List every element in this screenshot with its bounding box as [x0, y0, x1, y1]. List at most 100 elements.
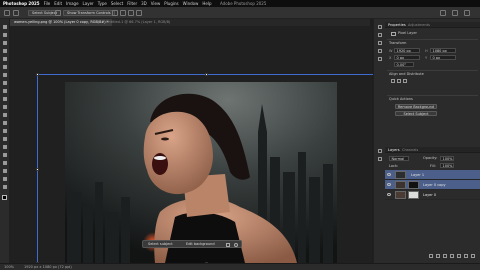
layer-style-icon[interactable] [436, 254, 440, 258]
align-left-icon[interactable] [112, 10, 118, 16]
path-selection-tool-icon[interactable] [3, 161, 7, 165]
zoom-level[interactable]: 100% [4, 265, 14, 269]
clone-stamp-tool-icon[interactable] [3, 97, 7, 101]
ctx-edit-background-button[interactable]: Edit background [183, 242, 218, 247]
layer-row-layer-1[interactable]: Layer 1 [385, 170, 480, 180]
crop-tool-icon[interactable] [3, 57, 7, 61]
hand-tool-icon[interactable] [3, 177, 7, 181]
options-bar: Select Subject Show Transform Controls [0, 7, 480, 19]
layer-row-layer-0[interactable]: Layer 0 [385, 190, 480, 200]
show-transform-controls-toggle[interactable]: Show Transform Controls [63, 10, 115, 16]
move-tool-icon[interactable] [3, 25, 7, 29]
width-field[interactable]: 1920 px [394, 48, 420, 53]
add-mask-icon[interactable] [443, 254, 447, 258]
ctx-more-icon[interactable] [234, 243, 238, 247]
menu-window[interactable]: Window [183, 1, 199, 6]
adjustments-panel-icon[interactable] [378, 57, 382, 61]
blur-tool-icon[interactable] [3, 129, 7, 133]
adjustment-layer-icon[interactable] [450, 254, 454, 258]
menu-filter[interactable]: Filter [127, 1, 137, 6]
group-icon[interactable] [457, 254, 461, 258]
transform-handle-left[interactable] [36, 168, 39, 171]
shape-tool-icon[interactable] [3, 169, 7, 173]
pen-tool-icon[interactable] [3, 145, 7, 149]
history-panel-icon[interactable] [378, 25, 382, 29]
ctx-select-subject-button[interactable]: Select subject [145, 242, 176, 247]
delete-layer-icon[interactable] [471, 254, 475, 258]
auto-select-checkbox[interactable] [55, 10, 61, 16]
menu-type[interactable]: Type [98, 1, 107, 6]
tab-channels[interactable]: Channels [399, 147, 421, 153]
canvas-workspace[interactable] [10, 26, 376, 265]
visibility-eye-icon[interactable] [387, 193, 391, 196]
tab-women-yelling[interactable]: women-yelling.png @ 100% (Layer 0 copy, … [10, 19, 113, 26]
menu-image[interactable]: Image [66, 1, 79, 6]
search-icon[interactable] [452, 10, 458, 16]
align-left-icon[interactable] [391, 79, 395, 83]
app-name[interactable]: Photoshop 2025 [3, 1, 40, 6]
properties-panel-icon[interactable] [378, 33, 382, 37]
menu-3d[interactable]: 3D [141, 1, 147, 6]
link-layers-icon[interactable] [429, 254, 433, 258]
type-tool-icon[interactable] [3, 153, 7, 157]
select-subject-quick-button[interactable]: Select Subject [395, 111, 437, 116]
swatches-panel-icon[interactable] [378, 157, 382, 161]
transform-handle-top[interactable] [205, 73, 208, 76]
ctx-transform-icon[interactable] [226, 243, 230, 247]
new-layer-icon[interactable] [464, 254, 468, 258]
workspace-icon[interactable] [464, 10, 470, 16]
marquee-tool-icon[interactable] [3, 33, 7, 37]
menu-plugins[interactable]: Plugins [164, 1, 178, 6]
healing-brush-tool-icon[interactable] [3, 81, 7, 85]
align-right-icon[interactable] [403, 79, 407, 83]
menu-edit[interactable]: Edit [54, 1, 62, 6]
layer-row-layer-0-copy[interactable]: Layer 0 copy [385, 180, 480, 190]
dodge-tool-icon[interactable] [3, 137, 7, 141]
height-field[interactable]: 1080 px [430, 48, 456, 53]
remove-background-button[interactable]: Remove Background [395, 104, 437, 109]
foreground-color-swatch[interactable] [2, 195, 7, 200]
blend-mode-select[interactable]: Normal [389, 156, 409, 161]
home-icon[interactable] [4, 10, 10, 16]
transform-handle-top-left[interactable] [36, 73, 39, 76]
fill-field[interactable]: 100% [440, 163, 454, 168]
comments-panel-icon[interactable] [378, 41, 382, 45]
libraries-panel-icon[interactable] [378, 49, 382, 53]
x-field[interactable]: 0 px [394, 55, 420, 60]
color-panel-icon[interactable] [378, 149, 382, 153]
frame-tool-icon[interactable] [3, 65, 7, 69]
more-options-icon[interactable] [136, 10, 142, 16]
menu-help[interactable]: Help [202, 1, 211, 6]
layer-name[interactable]: Layer 0 [423, 193, 436, 197]
brush-tool-icon[interactable] [3, 89, 7, 93]
y-field[interactable]: 0 px [430, 55, 456, 60]
history-brush-tool-icon[interactable] [3, 105, 7, 109]
menu-view[interactable]: View [151, 1, 161, 6]
tab-untitled-1[interactable]: Untitled-1 @ 66.7% (Layer 1, RGB/8) [102, 19, 174, 26]
align-center-icon[interactable] [120, 10, 126, 16]
menu-file[interactable]: File [44, 1, 51, 6]
menu-layer[interactable]: Layer [83, 1, 94, 6]
lasso-tool-icon[interactable] [3, 41, 7, 45]
eyedropper-tool-icon[interactable] [3, 73, 7, 77]
align-center-icon[interactable] [397, 79, 401, 83]
move-tool-icon[interactable] [13, 10, 19, 16]
share-icon[interactable] [440, 10, 446, 16]
menu-bar: Photoshop 2025 File Edit Image Layer Typ… [0, 0, 480, 7]
layer-name[interactable]: Layer 1 [411, 173, 424, 177]
align-right-icon[interactable] [128, 10, 134, 16]
visibility-eye-icon[interactable] [387, 183, 391, 186]
menu-select[interactable]: Select [111, 1, 123, 6]
layer-mask-thumbnail[interactable] [408, 191, 419, 199]
angle-field[interactable]: 0.00° [394, 62, 414, 67]
tab-adjustments[interactable]: Adjustments [405, 22, 433, 28]
opacity-field[interactable]: 100% [440, 156, 454, 161]
object-selection-tool-icon[interactable] [3, 49, 7, 53]
transform-bounding-box[interactable] [36, 73, 376, 265]
zoom-tool-icon[interactable] [3, 185, 7, 189]
gradient-tool-icon[interactable] [3, 121, 7, 125]
visibility-eye-icon[interactable] [387, 173, 391, 176]
layer-name[interactable]: Layer 0 copy [423, 183, 446, 187]
eraser-tool-icon[interactable] [3, 113, 7, 117]
layer-mask-thumbnail[interactable] [408, 181, 419, 189]
